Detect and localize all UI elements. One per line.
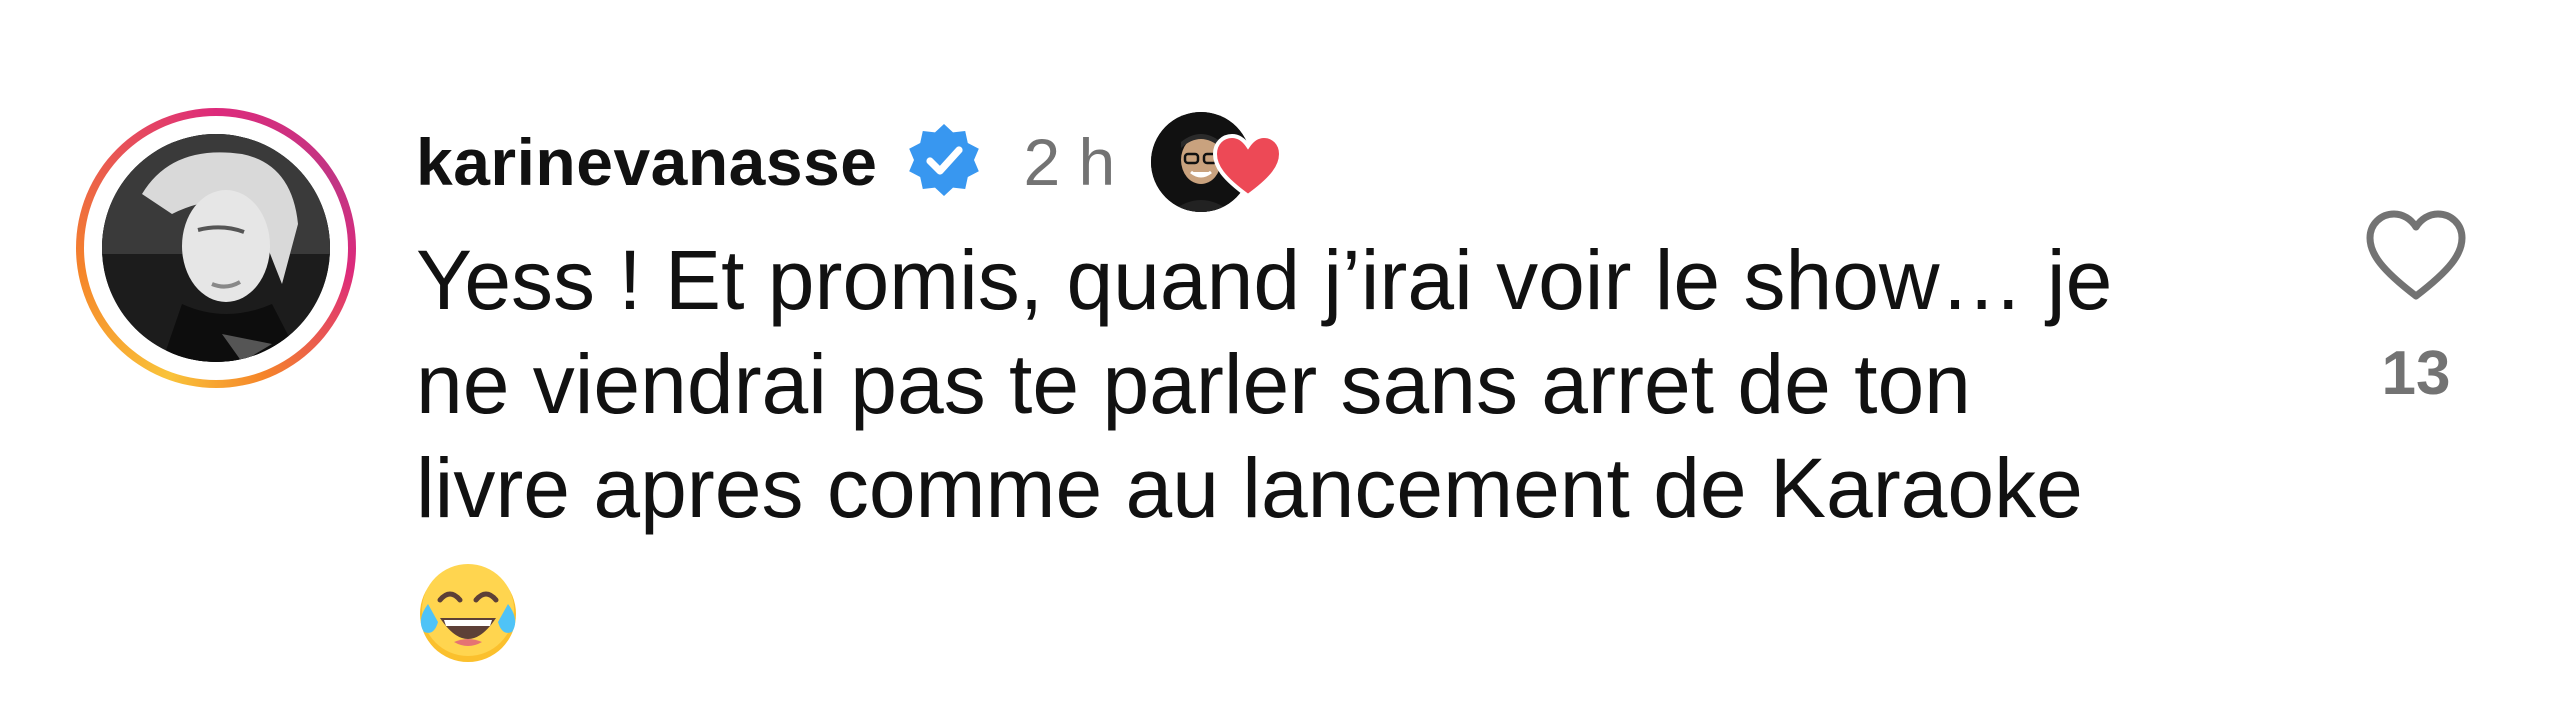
comment-text: Yess ! Et promis, quand j’irai voir le s… — [416, 233, 2113, 535]
face-with-tears-of-joy-icon — [414, 560, 522, 668]
user-avatar[interactable] — [76, 108, 356, 388]
like-column: 13 — [2356, 208, 2476, 409]
comment-header: karinevanasse 2 h — [416, 112, 1291, 212]
heart-filled-icon — [1213, 133, 1284, 200]
heart-outline-icon[interactable] — [2364, 208, 2468, 304]
comment-timestamp: 2 h — [1023, 125, 1116, 199]
username-link[interactable]: karinevanasse — [416, 124, 878, 200]
like-count: 13 — [2381, 339, 2451, 408]
avatar-ring-gap — [84, 116, 348, 380]
avatar-photo — [102, 134, 330, 362]
comment-item: karinevanasse 2 h Yess ! Et promis, quan… — [0, 0, 2560, 712]
verified-badge-icon — [904, 122, 984, 202]
liked-by-author — [1151, 112, 1291, 212]
